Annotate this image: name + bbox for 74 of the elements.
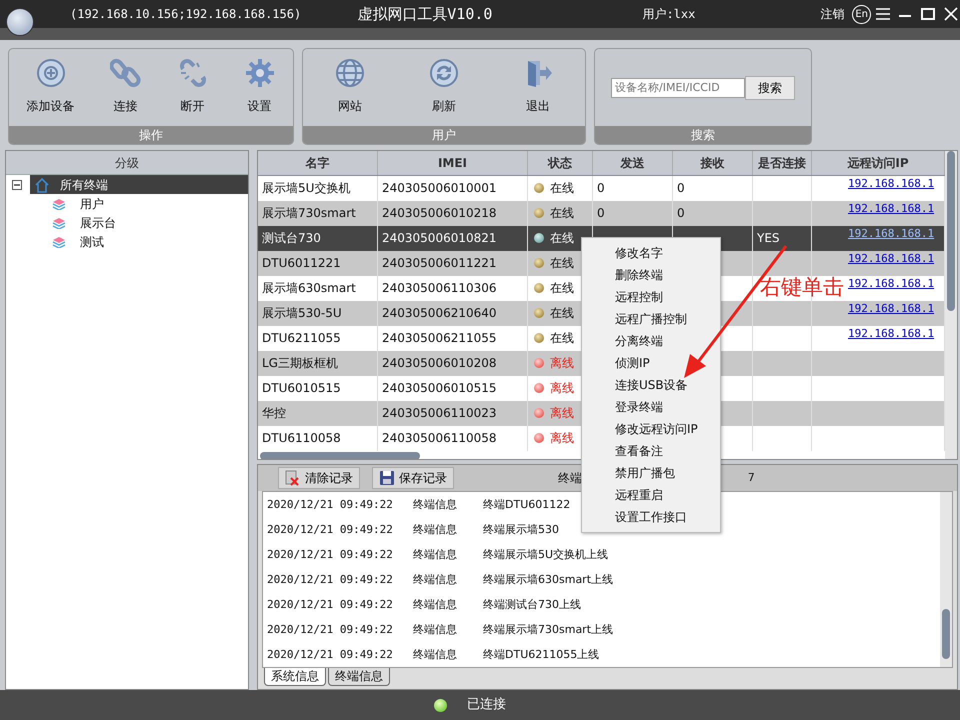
imei-text: 240305006210640 — [382, 306, 497, 320]
log-type: 终端信息 — [413, 572, 458, 588]
log-type: 终端信息 — [413, 647, 458, 663]
user-label: 用户:lxx — [642, 6, 696, 23]
imei-text: 240305006211055 — [382, 331, 497, 345]
log-count: 7 — [748, 470, 755, 486]
imei-text: 240305006010001 — [382, 181, 497, 195]
log-type: 终端信息 — [413, 622, 458, 638]
tree-label: 用户 — [80, 196, 104, 212]
status-text: 离线 — [550, 431, 574, 445]
sent-count: 0 — [597, 206, 605, 220]
log-time: 2020/12/21 09:49:22 — [266, 522, 394, 538]
device-name: 华控 — [262, 406, 286, 420]
log-message: 终端展示墙630smart上线 — [483, 572, 614, 588]
log-message: 终端展示墙5U交换机上线 — [483, 547, 608, 563]
tree-label: 展示台 — [80, 214, 116, 232]
log-message: 终端DTU6211055上线 — [483, 647, 600, 663]
tree-label: 所有终端 — [60, 176, 108, 194]
received-count: 0 — [677, 181, 685, 195]
log-type: 终端信息 — [413, 597, 458, 613]
received-count: 0 — [677, 206, 685, 220]
log-message: 终端展示墙530 — [483, 522, 559, 538]
log-type: 终端信息 — [413, 522, 458, 538]
status-text: 离线 — [550, 406, 574, 420]
device-name: DTU6211055 — [262, 331, 341, 345]
log-type: 终端信息 — [413, 547, 458, 563]
status-text: 在线 — [550, 231, 574, 245]
connected-text: YES — [757, 231, 780, 245]
log-time: 2020/12/21 09:49:22 — [266, 647, 394, 663]
group-label: 操作 — [9, 126, 293, 144]
imei-text: 240305006110023 — [382, 406, 497, 420]
imei-text: 240305006010515 — [382, 381, 497, 395]
panel-header: 分级 — [6, 151, 248, 175]
sent-count: 0 — [597, 181, 605, 195]
log-message: 终端DTU601122 — [483, 497, 570, 513]
status-text: 在线 — [550, 281, 574, 295]
log-summary-label: 终端 — [558, 470, 582, 487]
device-name: 展示墙5U交换机 — [262, 181, 350, 195]
status-text: 在线 — [550, 306, 574, 320]
device-name: DTU6110058 — [262, 431, 341, 445]
device-name: DTU6010515 — [262, 381, 341, 395]
device-name: 测试台730 — [262, 231, 321, 245]
imei-text: 240305006110306 — [382, 281, 497, 295]
status-text: 在线 — [550, 181, 574, 195]
log-message: 终端展示墙730smart上线 — [483, 622, 614, 638]
server-address: (192.168.10.156;192.168.168.156) — [70, 6, 302, 23]
log-time: 2020/12/21 09:49:22 — [266, 572, 394, 588]
log-time: 2020/12/21 09:49:22 — [266, 547, 394, 563]
status-text: 离线 — [550, 356, 574, 370]
log-time: 2020/12/21 09:49:22 — [266, 622, 394, 638]
log-message: 终端测试台730上线 — [483, 597, 581, 613]
window-title: 虚拟网口工具V10.0 — [357, 4, 492, 25]
imei-text: 240305006010821 — [382, 231, 497, 245]
device-name: 展示墙530-5U — [262, 306, 342, 320]
group-label: 用户 — [303, 126, 585, 144]
imei-text: 240305006110058 — [382, 431, 497, 445]
log-time: 2020/12/21 09:49:22 — [266, 497, 394, 513]
annotation-text: 右键单击 — [760, 274, 844, 301]
status-text: 在线 — [550, 256, 574, 270]
status-text: 在线 — [550, 206, 574, 220]
imei-text: 240305006010218 — [382, 206, 497, 220]
log-type: 终端信息 — [413, 497, 458, 513]
device-name: DTU6011221 — [262, 256, 341, 270]
log-time: 2020/12/21 09:49:22 — [266, 597, 394, 613]
imei-text: 240305006010208 — [382, 356, 497, 370]
device-name: 展示墙730smart — [262, 206, 356, 220]
device-name: LG三期板框机 — [262, 356, 338, 370]
tree-label: 测试 — [80, 234, 104, 250]
group-label: 搜索 — [595, 126, 811, 144]
connection-status: 已连接 — [467, 696, 506, 714]
imei-text: 240305006011221 — [382, 256, 497, 270]
status-text: 在线 — [550, 331, 574, 345]
status-text: 离线 — [550, 381, 574, 395]
device-name: 展示墙630smart — [262, 281, 356, 295]
